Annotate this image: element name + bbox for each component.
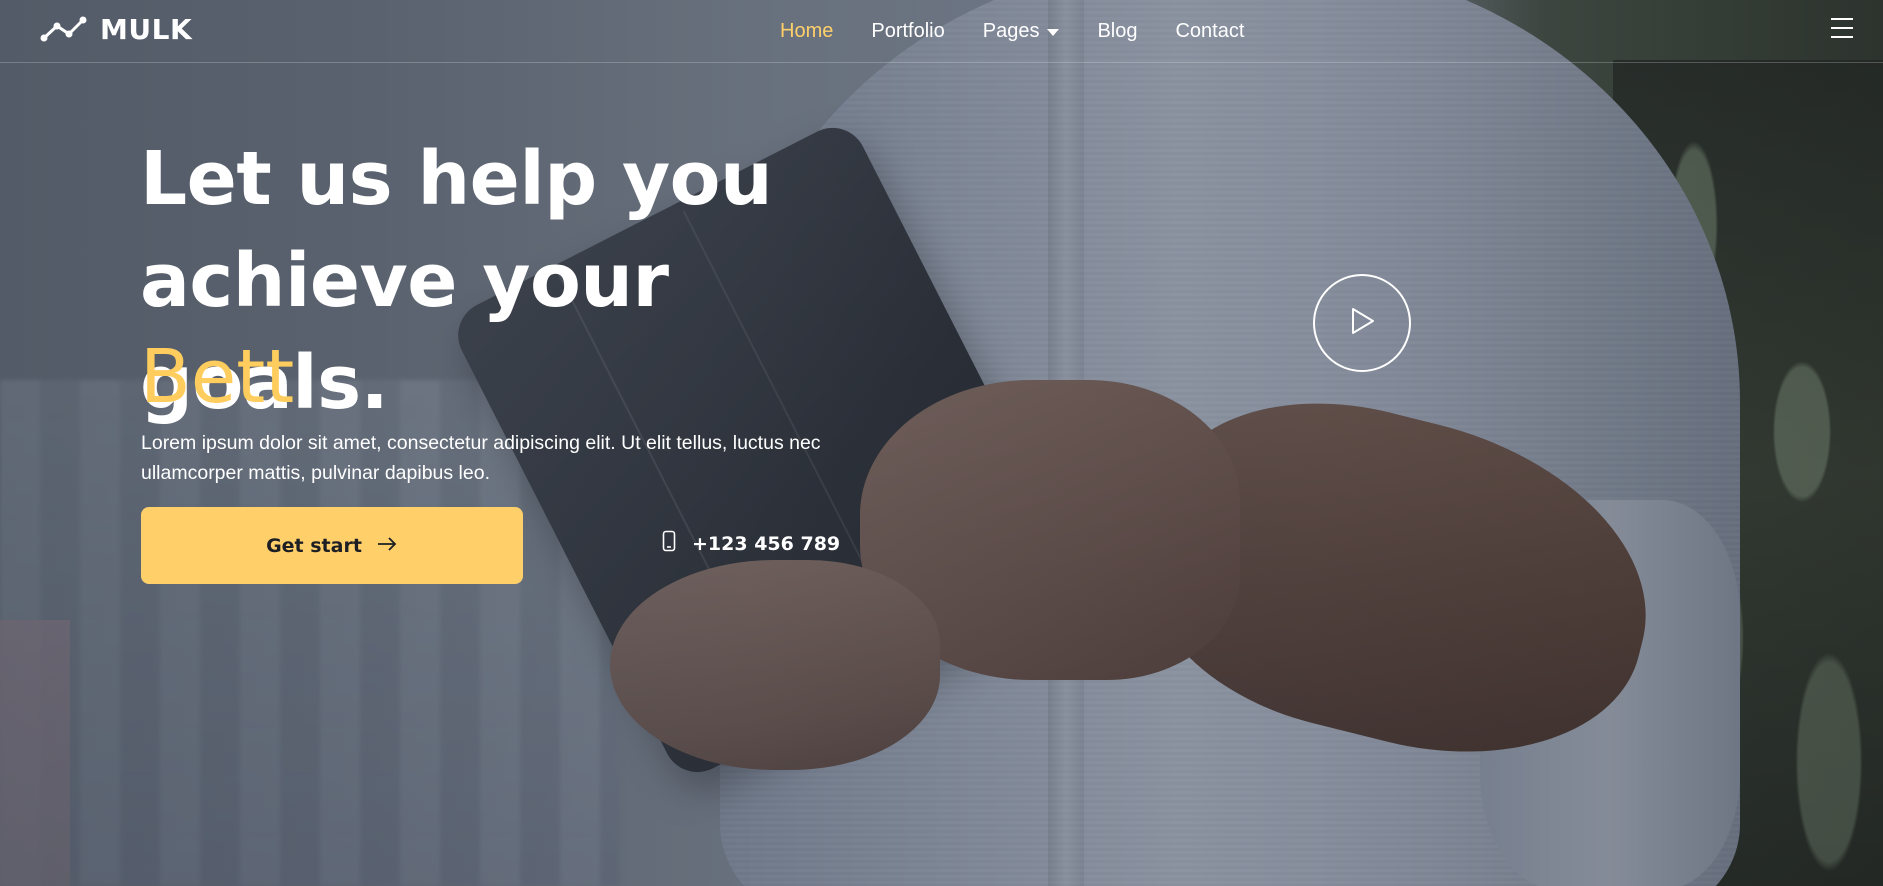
main-nav: Home Portfolio Pages Blog Contact bbox=[780, 20, 1244, 43]
hero-description: Lorem ipsum dolor sit amet, consectetur … bbox=[141, 432, 821, 484]
phone-link[interactable]: +123 456 789 bbox=[662, 530, 840, 557]
nav-item-home[interactable]: Home bbox=[780, 20, 833, 43]
caret-down-icon bbox=[1047, 29, 1060, 36]
phone-number: +123 456 789 bbox=[692, 532, 841, 555]
nav-item-pages-label: Pages bbox=[982, 20, 1040, 42]
hero-typed-word: Bett bbox=[140, 334, 295, 420]
smartphone-icon bbox=[662, 530, 676, 557]
arrow-right-icon bbox=[376, 535, 398, 557]
play-icon bbox=[1347, 305, 1377, 342]
trend-line-icon bbox=[40, 15, 88, 43]
nav-item-contact[interactable]: Contact bbox=[1175, 20, 1244, 43]
nav-item-blog[interactable]: Blog bbox=[1097, 20, 1137, 43]
hamburger-icon[interactable] bbox=[1831, 18, 1853, 38]
get-start-button[interactable]: Get start bbox=[141, 507, 523, 584]
site-header: MULK Home Portfolio Pages Blog Contact bbox=[0, 0, 1883, 63]
play-video-button[interactable] bbox=[1313, 274, 1411, 372]
hero-headline-line1: Let us help you bbox=[140, 136, 773, 222]
get-start-button-label: Get start bbox=[266, 534, 362, 557]
brand-logo[interactable]: MULK bbox=[40, 12, 192, 46]
nav-item-portfolio[interactable]: Portfolio bbox=[871, 20, 944, 43]
brand-name: MULK bbox=[100, 12, 193, 46]
nav-item-pages[interactable]: Pages bbox=[983, 20, 1060, 43]
